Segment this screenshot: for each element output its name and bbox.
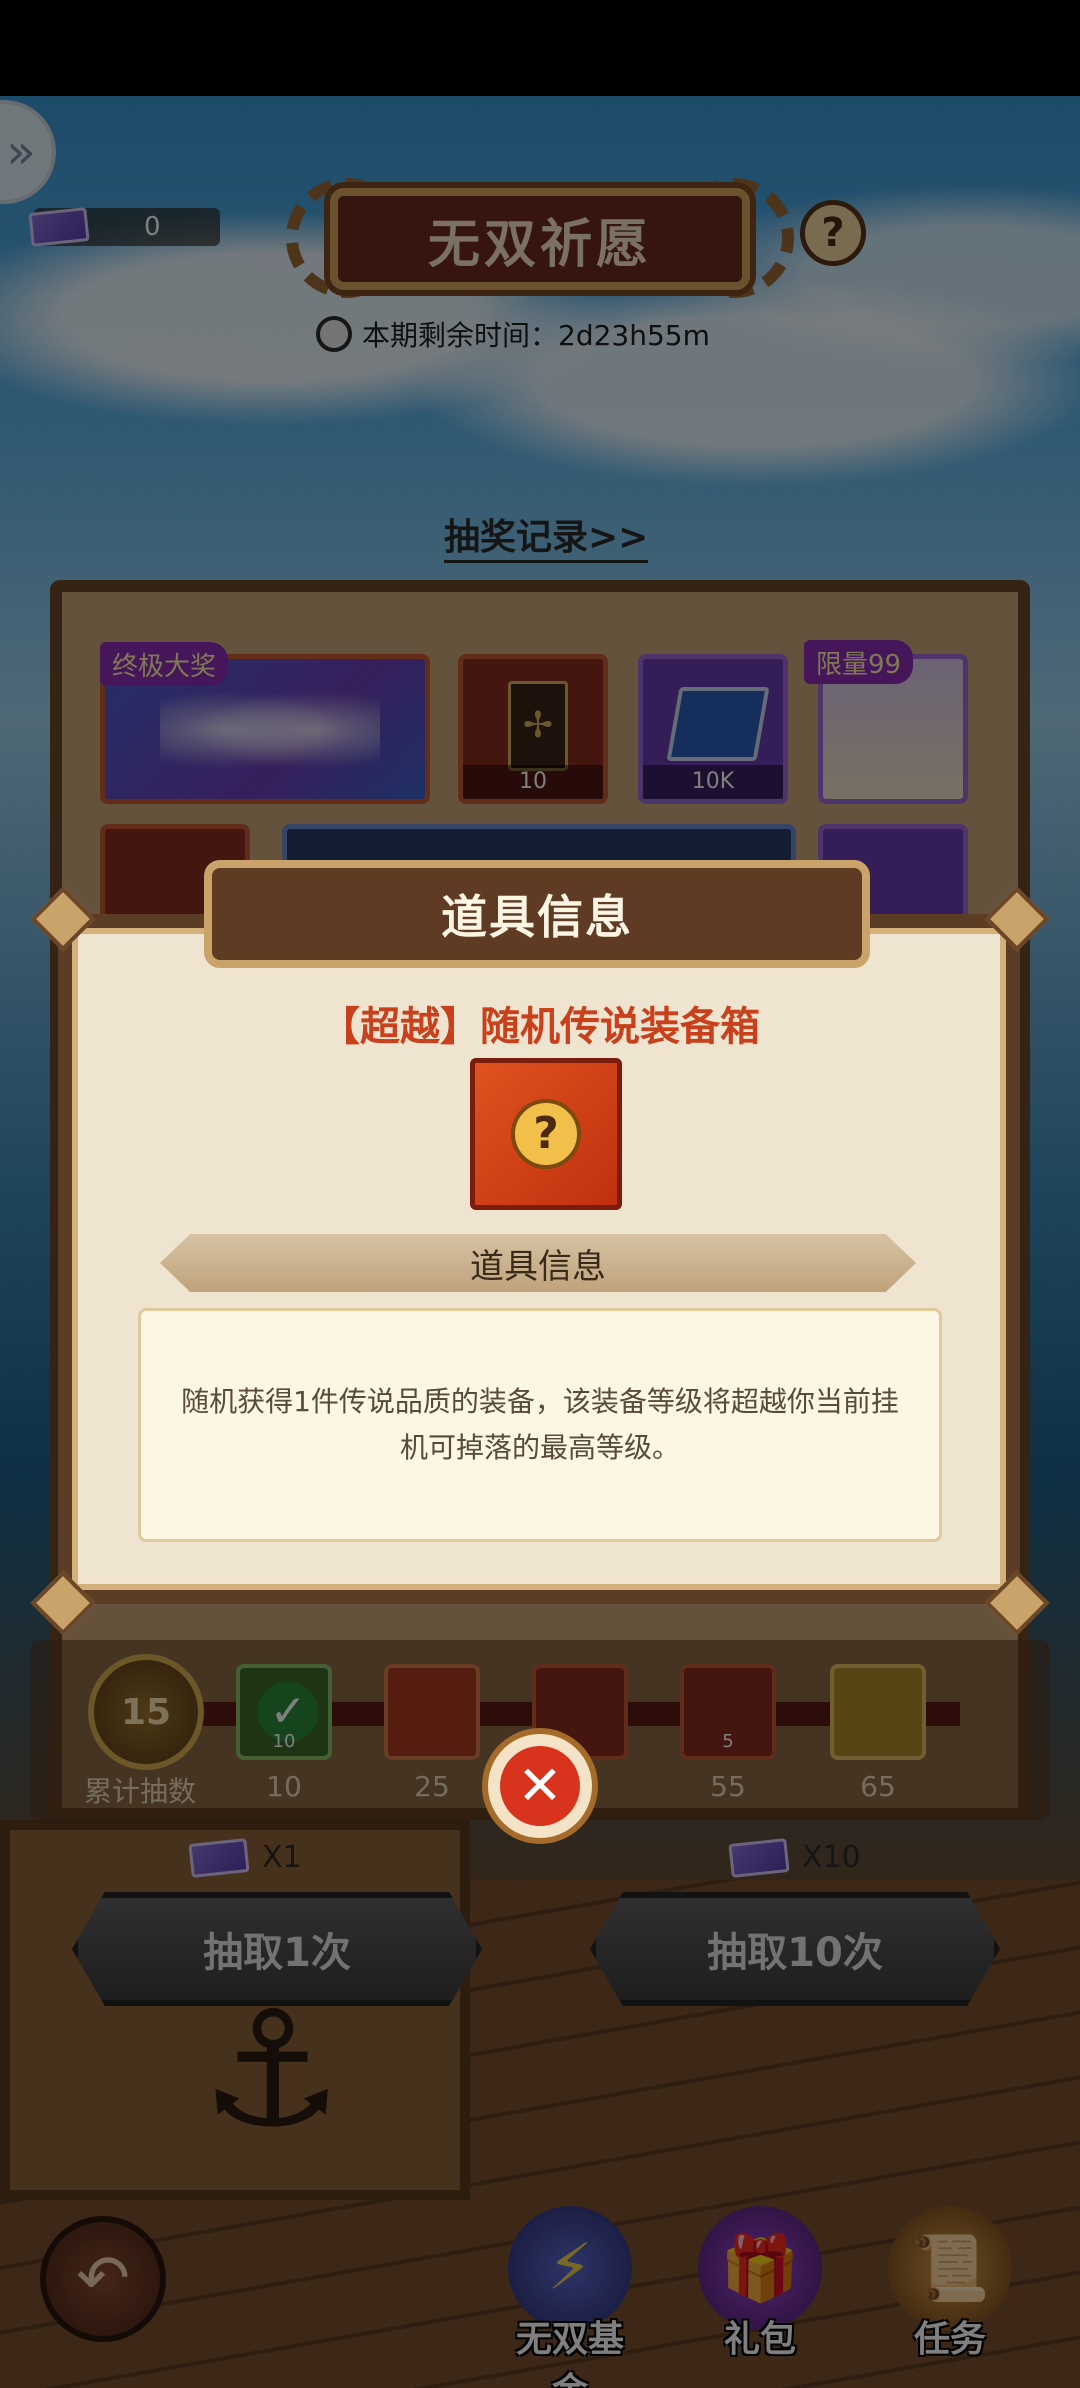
item-icon: ?: [470, 1058, 622, 1210]
section-header: 道具信息: [160, 1234, 916, 1292]
item-name: 【超越】随机传说装备箱: [320, 1004, 760, 1050]
close-icon: ✕: [500, 1746, 580, 1826]
close-button[interactable]: ✕: [482, 1728, 598, 1844]
dialog-title-plate: 道具信息: [204, 860, 870, 968]
item-description: 随机获得1件传说品质的装备，该装备等级将超越你当前挂机可掉落的最高等级。: [181, 1385, 899, 1464]
status-bar: [0, 0, 1080, 96]
item-description-box: 随机获得1件传说品质的装备，该装备等级将超越你当前挂机可掉落的最高等级。: [138, 1308, 942, 1542]
mystery-equipment-icon: ?: [511, 1099, 581, 1169]
dialog-title: 道具信息: [441, 890, 633, 944]
